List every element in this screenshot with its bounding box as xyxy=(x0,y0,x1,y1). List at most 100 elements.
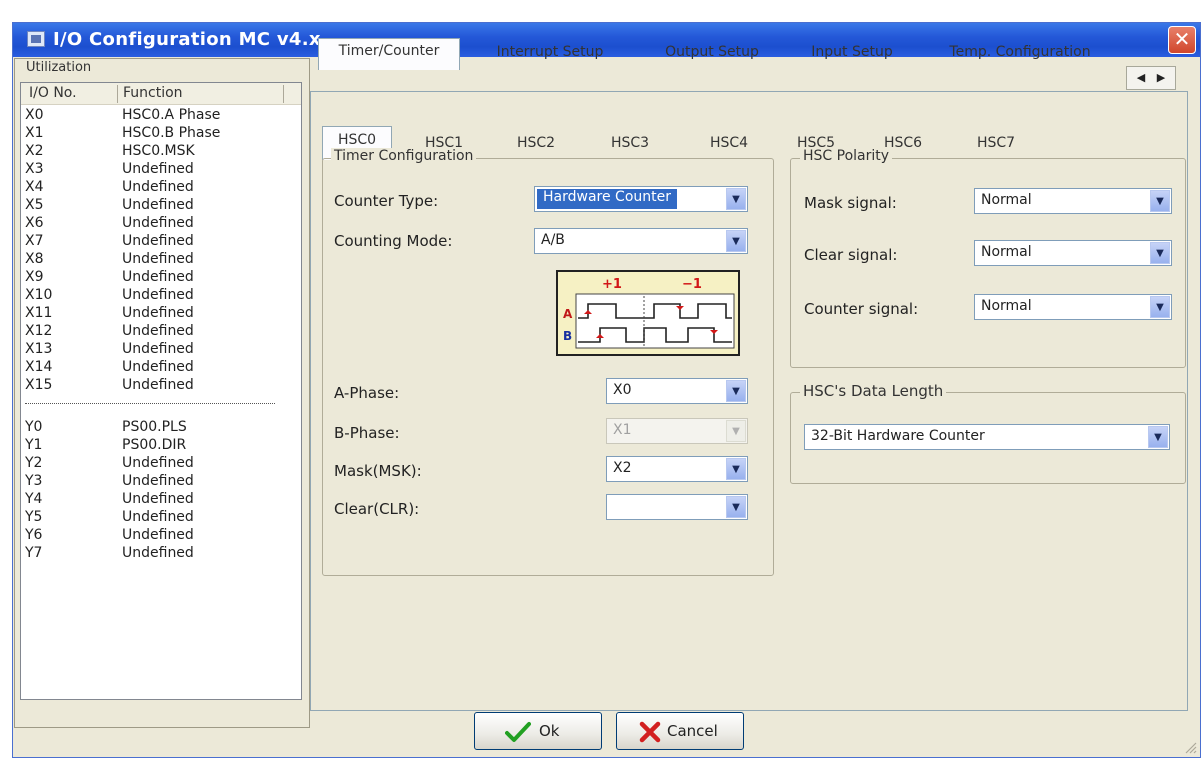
counter-type-label: Counter Type: xyxy=(334,192,439,210)
io-number: Y7 xyxy=(25,545,43,561)
cross-icon xyxy=(639,721,661,743)
timer-configuration-title: Timer Configuration xyxy=(331,148,477,164)
clear-clr-select[interactable]: ▼ xyxy=(606,494,748,520)
list-item[interactable]: Y7 Undefined xyxy=(21,545,301,563)
io-function: Undefined xyxy=(122,509,194,525)
resize-grip-icon[interactable] xyxy=(1183,740,1197,754)
list-item[interactable]: X15 Undefined xyxy=(21,377,301,395)
tab-scroll-right-icon[interactable]: ▶ xyxy=(1151,67,1171,89)
chevron-down-icon[interactable]: ▼ xyxy=(1150,242,1170,264)
list-item[interactable]: Y3 Undefined xyxy=(21,473,301,491)
io-function: Undefined xyxy=(122,179,194,195)
list-item[interactable]: X9 Undefined xyxy=(21,269,301,287)
list-item[interactable]: X4 Undefined xyxy=(21,179,301,197)
io-number: X12 xyxy=(25,323,53,339)
list-item[interactable]: X1 HSC0.B Phase xyxy=(21,125,301,143)
subtab-label: HSC3 xyxy=(610,135,650,151)
chevron-down-icon[interactable]: ▼ xyxy=(726,496,746,518)
io-function: PS00.DIR xyxy=(122,437,187,453)
chevron-down-icon[interactable]: ▼ xyxy=(1148,426,1168,448)
chevron-down-icon[interactable]: ▼ xyxy=(726,458,746,480)
io-function: PS00.PLS xyxy=(122,419,187,435)
utilization-header: I/O No. Function xyxy=(21,83,301,105)
subtab-label: HSC4 xyxy=(709,135,749,151)
io-number: Y2 xyxy=(25,455,43,471)
io-number: Y3 xyxy=(25,473,43,489)
clear-signal-select[interactable]: Normal ▼ xyxy=(974,240,1172,266)
list-item[interactable]: X12 Undefined xyxy=(21,323,301,341)
io-function: Undefined xyxy=(122,377,194,393)
io-function: Undefined xyxy=(122,323,194,339)
utilization-list[interactable]: I/O No. Function X0 HSC0.A Phase X1 HSC0.B … xyxy=(20,82,302,700)
io-number: Y4 xyxy=(25,491,43,507)
chevron-down-icon[interactable]: ▼ xyxy=(1150,296,1170,318)
utilization-legend: Utilization xyxy=(24,60,94,75)
subtab-hsc2[interactable]: HSC2 xyxy=(496,130,576,160)
cancel-button[interactable]: Cancel xyxy=(616,712,744,750)
checkmark-icon xyxy=(505,722,531,742)
counting-mode-select[interactable]: A/B ▼ xyxy=(534,228,748,254)
tab-interrupt-setup[interactable]: Interrupt Setup xyxy=(470,40,630,68)
tab-scroll-left-icon[interactable]: ◀ xyxy=(1131,67,1151,89)
column-header-function[interactable]: Function xyxy=(123,85,183,101)
list-item[interactable]: Y2 Undefined xyxy=(21,455,301,473)
tab-timer-counter[interactable]: Timer/Counter xyxy=(318,38,460,70)
diagram-minus-label: −1 xyxy=(682,277,702,292)
subtab-hsc4[interactable]: HSC4 xyxy=(686,130,772,160)
counter-type-value: Hardware Counter xyxy=(537,189,677,209)
list-item[interactable]: X7 Undefined xyxy=(21,233,301,251)
counting-mode-label: Counting Mode: xyxy=(334,232,453,250)
io-function: HSC0.A Phase xyxy=(122,107,221,123)
list-item[interactable]: X6 Undefined xyxy=(21,215,301,233)
list-item[interactable]: Y4 Undefined xyxy=(21,491,301,509)
chevron-down-icon[interactable]: ▼ xyxy=(1150,190,1170,212)
subtab-hsc7[interactable]: HSC7 xyxy=(952,130,1040,160)
io-number: X1 xyxy=(25,125,44,141)
subtab-label: HSC7 xyxy=(976,135,1016,151)
chevron-down-icon[interactable]: ▼ xyxy=(726,230,746,252)
ab-phase-waveform-icon: +1 −1 A B xyxy=(560,274,736,352)
chevron-down-icon[interactable]: ▼ xyxy=(726,380,746,402)
a-phase-select[interactable]: X0 ▼ xyxy=(606,378,748,404)
list-item[interactable]: X11 Undefined xyxy=(21,305,301,323)
io-function: Undefined xyxy=(122,473,194,489)
io-number: X8 xyxy=(25,251,44,267)
list-item[interactable]: X0 HSC0.A Phase xyxy=(21,107,301,125)
subtab-hsc3[interactable]: HSC3 xyxy=(590,130,670,160)
mask-msk-select[interactable]: X2 ▼ xyxy=(606,456,748,482)
close-icon[interactable]: ✕ xyxy=(1168,26,1196,54)
tab-output-setup[interactable]: Output Setup xyxy=(642,40,782,68)
tab-temp-configuration[interactable]: Temp. Configuration xyxy=(922,40,1118,68)
io-number: X7 xyxy=(25,233,44,249)
tab-input-setup[interactable]: Input Setup xyxy=(790,40,914,68)
list-item[interactable]: Y5 Undefined xyxy=(21,509,301,527)
list-item[interactable]: Y0 PS00.PLS xyxy=(21,419,301,437)
tab-scroll-buttons: ◀ ▶ xyxy=(1126,66,1176,90)
list-item[interactable]: X2 HSC0.MSK xyxy=(21,143,301,161)
list-item[interactable]: X14 Undefined xyxy=(21,359,301,377)
counter-type-select[interactable]: Hardware Counter ▼ xyxy=(534,186,748,212)
list-item[interactable]: Y6 Undefined xyxy=(21,527,301,545)
mask-signal-label: Mask signal: xyxy=(804,194,897,212)
io-function: Undefined xyxy=(122,455,194,471)
mask-msk-label: Mask(MSK): xyxy=(334,462,422,480)
chevron-down-icon[interactable]: ▼ xyxy=(726,188,746,210)
list-item[interactable]: Y1 PS00.DIR xyxy=(21,437,301,455)
counter-signal-value: Normal xyxy=(981,298,1032,314)
ok-button[interactable]: Ok xyxy=(474,712,602,750)
list-item[interactable]: X5 Undefined xyxy=(21,197,301,215)
list-item[interactable]: X3 Undefined xyxy=(21,161,301,179)
io-number: X11 xyxy=(25,305,53,321)
column-header-io-no[interactable]: I/O No. xyxy=(29,85,77,101)
list-item[interactable]: X10 Undefined xyxy=(21,287,301,305)
tab-label: Timer/Counter xyxy=(338,43,440,59)
list-item[interactable]: X8 Undefined xyxy=(21,251,301,269)
io-number: X4 xyxy=(25,179,44,195)
mask-signal-select[interactable]: Normal ▼ xyxy=(974,188,1172,214)
counter-signal-select[interactable]: Normal ▼ xyxy=(974,294,1172,320)
io-number: X15 xyxy=(25,377,53,393)
list-item[interactable]: X13 Undefined xyxy=(21,341,301,359)
hsc-data-length-title: HSC's Data Length xyxy=(800,382,947,400)
tab-label: Output Setup xyxy=(665,44,759,60)
hsc-data-length-select[interactable]: 32-Bit Hardware Counter ▼ xyxy=(804,424,1170,450)
